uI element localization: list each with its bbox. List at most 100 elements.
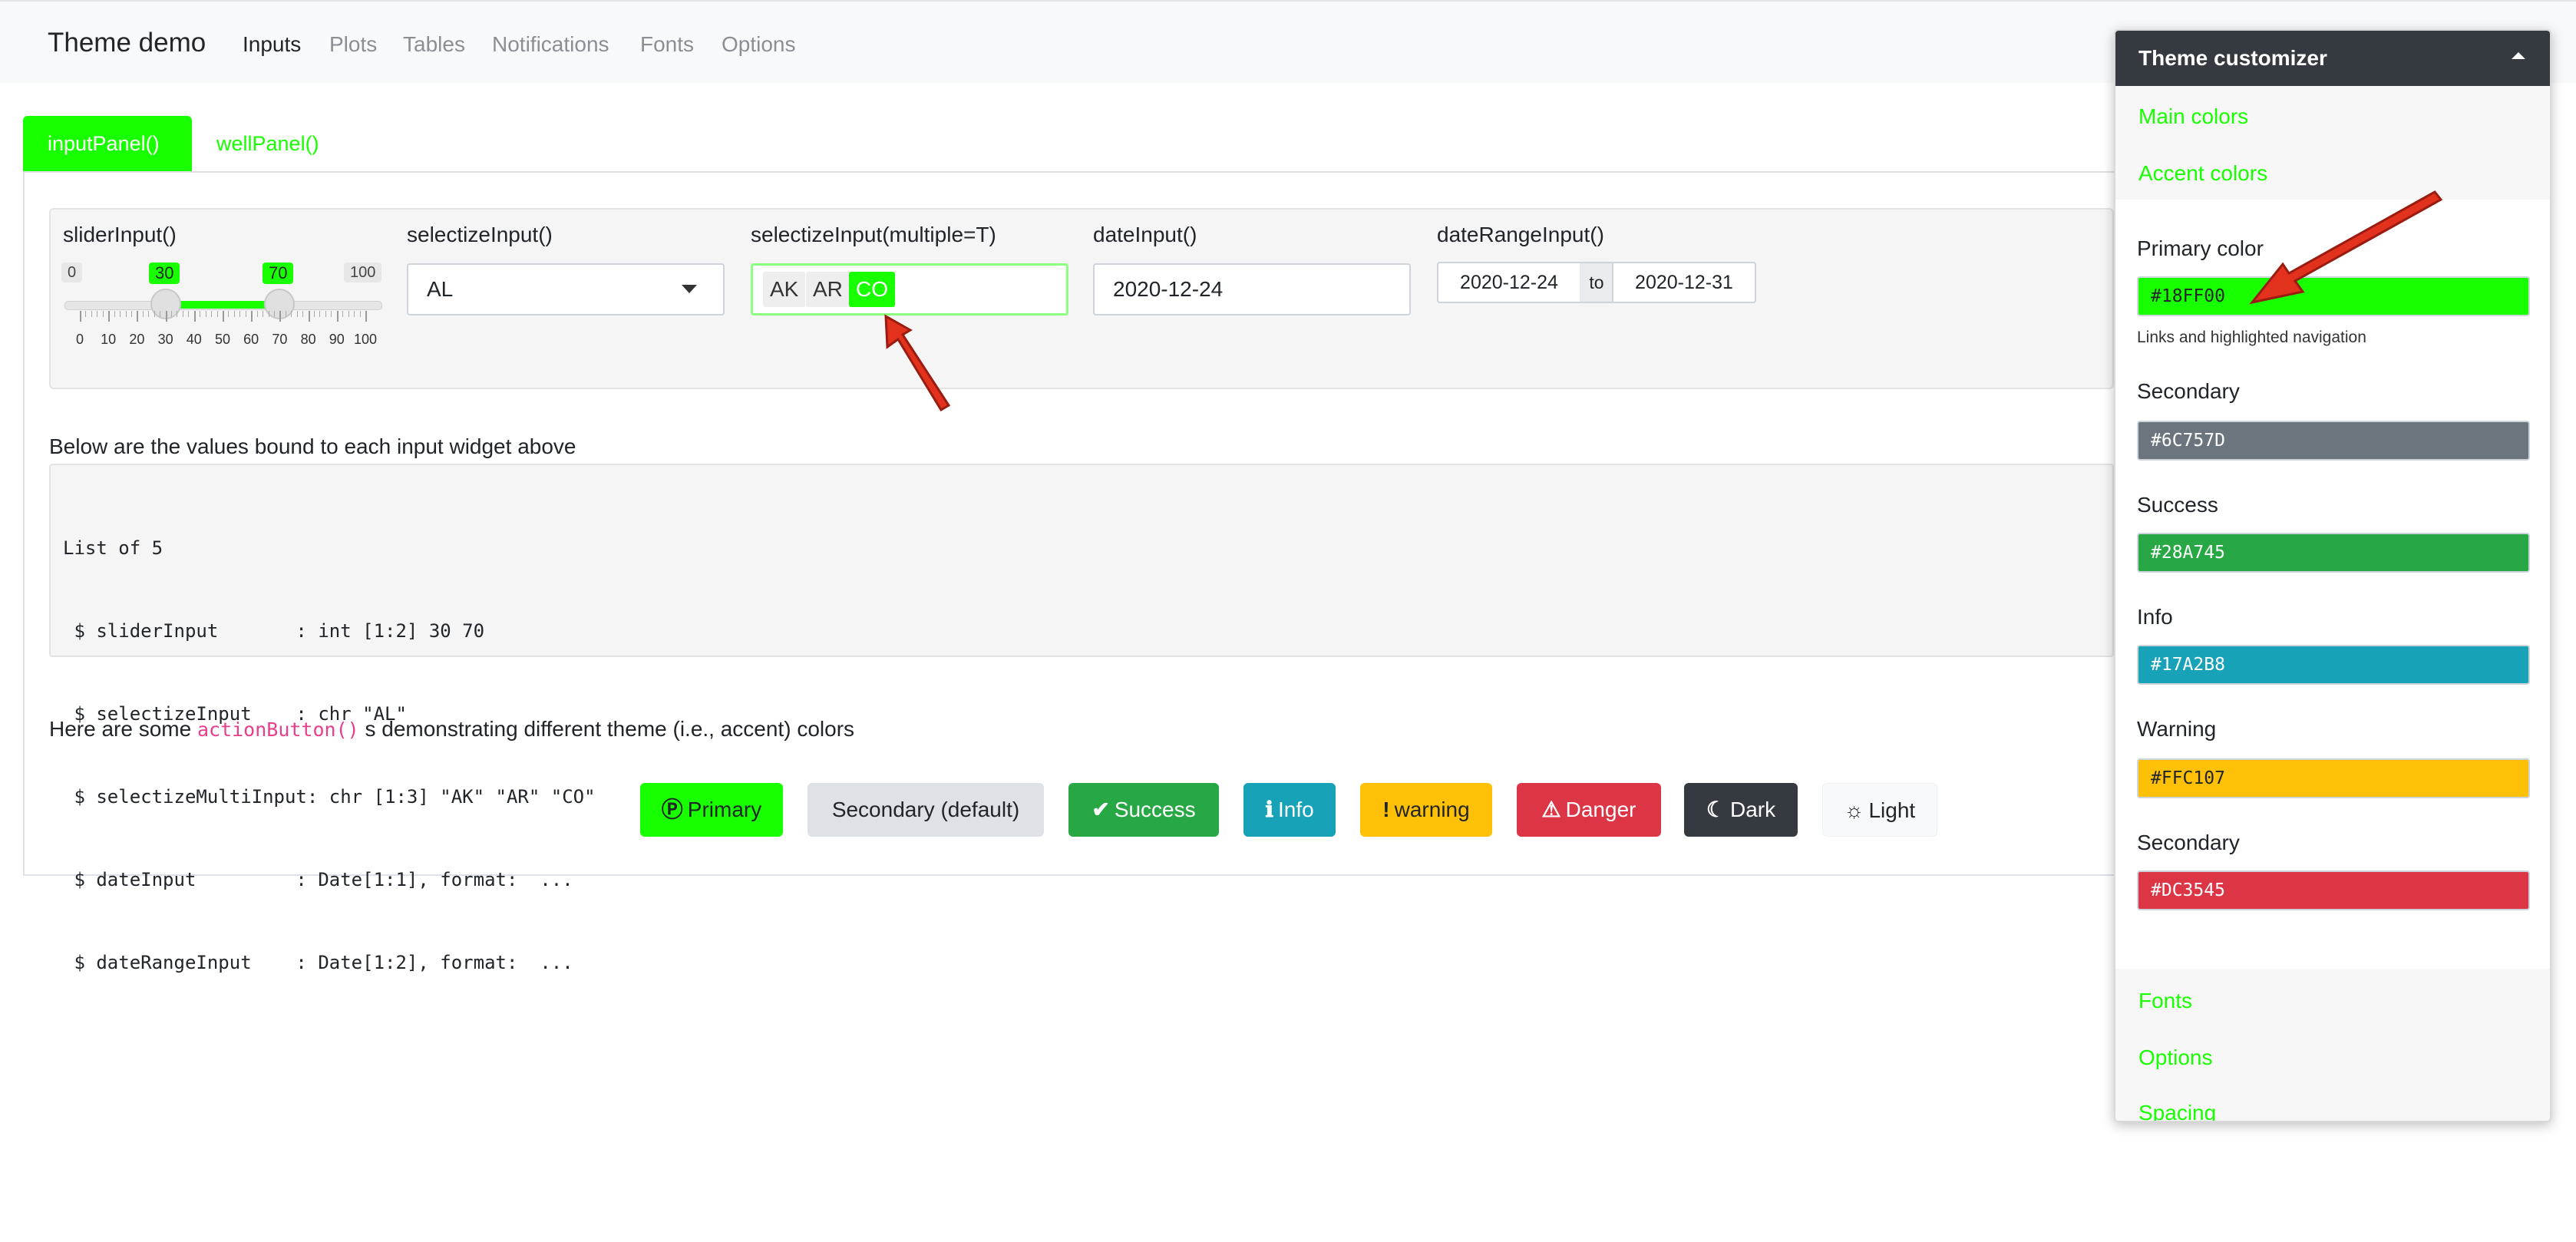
- button-label: Primary: [687, 798, 762, 821]
- slider-to-label: 70: [263, 263, 294, 284]
- primary-button[interactable]: Ⓟ Primary: [640, 783, 783, 837]
- slider-tick-label: 40: [186, 332, 202, 347]
- danger-button[interactable]: ⚠ Danger: [1517, 783, 1661, 837]
- date-input[interactable]: 2020-12-24: [1093, 263, 1411, 315]
- slider-major-tick: [80, 311, 81, 322]
- date-label: dateInput(): [1093, 223, 1197, 246]
- customizer-title: Theme customizer: [2138, 46, 2327, 70]
- button-label: Light: [1868, 798, 1916, 822]
- button-label: Info: [1277, 798, 1314, 821]
- primary-help-text: Links and highlighted navigation: [2137, 329, 2366, 346]
- color-input-warning[interactable]: #FFC107: [2137, 758, 2530, 798]
- slider-minor-tick: [342, 311, 344, 317]
- slider-major-tick: [279, 311, 282, 322]
- slider-major-tick: [137, 311, 139, 322]
- buttons-description: Here are some actionButton() s demonstra…: [49, 717, 854, 742]
- slider-minor-tick: [114, 311, 115, 317]
- nav-item-plots[interactable]: Plots: [329, 32, 377, 57]
- button-label: Secondary (default): [831, 798, 1020, 821]
- field-label-secondary: Secondary: [2137, 379, 2240, 403]
- values-title: Below are the values bound to each input…: [49, 434, 576, 458]
- moon-icon: ☾: [1706, 798, 1726, 821]
- exclamation-icon: !: [1382, 798, 1390, 821]
- nav-item-tables[interactable]: Tables: [403, 32, 465, 57]
- slider-major-tick: [193, 311, 196, 322]
- selectize-input[interactable]: AL: [407, 263, 725, 315]
- info-icon: ℹ: [1265, 798, 1273, 821]
- warning-triangle-icon: ⚠: [1541, 798, 1561, 821]
- description-suffix: s demonstrating different theme (i.e., a…: [358, 717, 855, 741]
- slider-minor-tick: [148, 311, 150, 317]
- slider-minor-tick: [188, 311, 190, 317]
- field-label-danger: Secondary: [2137, 831, 2240, 854]
- description-prefix: Here are some: [49, 717, 197, 741]
- slider-tick-label: 30: [157, 332, 173, 347]
- customizer-header[interactable]: Theme customizer: [2115, 31, 2550, 86]
- slider-minor-tick: [296, 311, 298, 317]
- date-range-end[interactable]: 2020-12-31: [1612, 262, 1756, 303]
- slider-major-tick: [165, 311, 167, 322]
- nav-item-fonts[interactable]: Fonts: [640, 32, 694, 57]
- values-line: $ dateInput : Date[1:1], format: ...: [63, 869, 573, 890]
- slider-minor-tick: [273, 311, 275, 317]
- navbar-brand[interactable]: Theme demo: [48, 28, 206, 58]
- slider-tick-label: 50: [214, 332, 231, 347]
- chevron-down-icon[interactable]: [682, 285, 697, 293]
- color-input-success[interactable]: #28A745: [2137, 533, 2530, 573]
- slider-minor-tick: [154, 311, 155, 317]
- tab-well-panel[interactable]: wellPanel(): [192, 116, 345, 171]
- light-button[interactable]: ☼ Light: [1822, 783, 1937, 837]
- slider-tick-label: 20: [129, 332, 145, 347]
- selectize-label: selectizeInput(): [407, 223, 553, 246]
- slider-minor-tick: [291, 311, 292, 317]
- section-fonts[interactable]: Fonts: [2138, 989, 2192, 1013]
- slider-minor-tick: [102, 311, 104, 317]
- slider-minor-tick: [319, 311, 321, 317]
- slider-minor-tick: [228, 311, 230, 317]
- section-spacing[interactable]: Spacing: [2138, 1101, 2216, 1121]
- info-button[interactable]: ℹ Info: [1243, 783, 1336, 837]
- slider-major-tick: [108, 311, 111, 322]
- nav-item-notifications[interactable]: Notifications: [492, 32, 609, 57]
- slider-tick-label: 10: [101, 332, 117, 347]
- section-options[interactable]: Options: [2138, 1045, 2213, 1070]
- slider-minor-tick: [314, 311, 315, 317]
- button-label: Success: [1114, 798, 1196, 821]
- values-line: List of 5: [63, 537, 163, 559]
- chip-ar[interactable]: AR: [806, 272, 850, 307]
- slider-from-label: 30: [149, 263, 180, 284]
- secondary-button[interactable]: Secondary (default): [807, 783, 1044, 837]
- p-circle-icon: Ⓟ: [661, 798, 683, 821]
- tab-input-panel[interactable]: inputPanel(): [23, 116, 192, 171]
- slider-tick-label: 70: [272, 332, 288, 347]
- chip-ak[interactable]: AK: [763, 272, 806, 307]
- slider-minor-tick: [125, 311, 127, 317]
- sun-icon: ☼: [1844, 798, 1864, 822]
- section-main-colors[interactable]: Main colors: [2138, 104, 2248, 129]
- date-range-label: dateRangeInput(): [1437, 223, 1604, 246]
- slider-minor-tick: [91, 311, 92, 317]
- color-input-info[interactable]: #17A2B8: [2137, 645, 2530, 685]
- description-code: actionButton(): [197, 718, 359, 741]
- slider-minor-tick: [120, 311, 121, 317]
- success-button[interactable]: ✔ Success: [1068, 783, 1219, 837]
- dark-button[interactable]: ☾ Dark: [1684, 783, 1798, 837]
- input-well: [49, 208, 2114, 389]
- slider-label: sliderInput(): [63, 223, 177, 246]
- slider-max-label: 100: [344, 263, 382, 282]
- button-label: warning: [1394, 798, 1470, 821]
- nav-item-options[interactable]: Options: [722, 32, 796, 57]
- values-line: $ sliderInput : int [1:2] 30 70: [63, 620, 485, 642]
- selectize-multi-label: selectizeInput(multiple=T): [751, 223, 996, 246]
- warning-button[interactable]: ! warning: [1360, 783, 1492, 837]
- color-input-danger[interactable]: #DC3545: [2137, 870, 2530, 910]
- section-accent-colors[interactable]: Accent colors: [2138, 161, 2267, 186]
- chevron-up-icon[interactable]: [2512, 52, 2525, 59]
- nav-item-inputs[interactable]: Inputs: [243, 32, 301, 57]
- slider-selected-range[interactable]: [166, 301, 279, 309]
- color-input-secondary[interactable]: #6C757D: [2137, 421, 2530, 461]
- date-range-start[interactable]: 2020-12-24: [1437, 262, 1581, 303]
- field-label-warning: Warning: [2137, 717, 2217, 741]
- field-label-success: Success: [2137, 493, 2218, 517]
- chip-co[interactable]: CO: [849, 272, 895, 307]
